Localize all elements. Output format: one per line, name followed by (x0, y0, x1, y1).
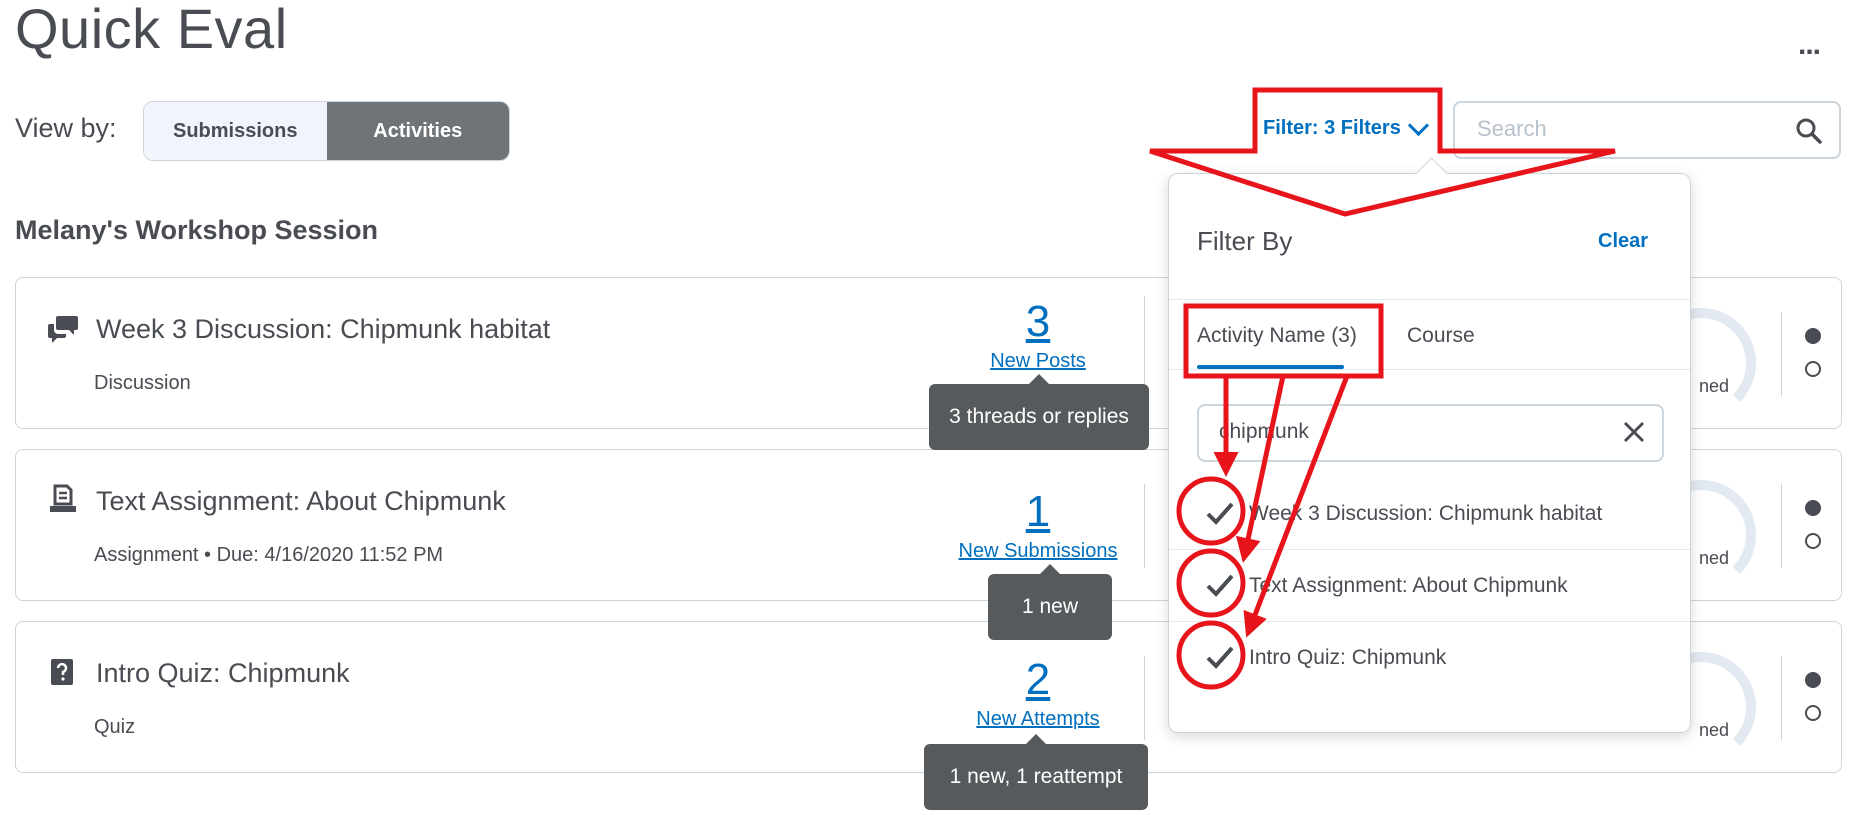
published-stat-label: ned (1699, 548, 1730, 568)
checkmark-icon[interactable] (1204, 498, 1236, 528)
checkmark-icon[interactable] (1204, 642, 1236, 672)
filter-option[interactable]: Text Assignment: About Chipmunk (1169, 552, 1690, 624)
search-input[interactable] (1475, 115, 1779, 143)
divider (1169, 621, 1690, 622)
published-stat-label: ned (1699, 720, 1730, 740)
activities-view-button[interactable]: Activities (326, 102, 509, 160)
divider (1781, 656, 1782, 740)
page-title: Quick Eval (15, 0, 288, 60)
activity-title[interactable]: Intro Quiz: Chipmunk (96, 658, 350, 689)
filter-search-value[interactable]: chipmunk (1219, 420, 1309, 444)
new-attempts-link[interactable]: New Attempts (938, 708, 1138, 731)
filter-panel-title: Filter By (1197, 226, 1293, 256)
new-submissions-count[interactable]: 1 (938, 490, 1138, 534)
activity-type: Discussion (94, 372, 191, 394)
divider (1144, 484, 1145, 568)
status-dot-empty[interactable] (1805, 533, 1821, 549)
divider (1169, 299, 1690, 300)
submissions-view-button[interactable]: Submissions (144, 102, 327, 160)
status-dot-filled[interactable] (1805, 328, 1821, 344)
status-dot-filled[interactable] (1805, 672, 1821, 688)
chevron-down-icon (1407, 114, 1429, 137)
divider (1781, 312, 1782, 396)
new-attempts-stat[interactable]: 2 New Attempts (938, 658, 1138, 731)
activity-title[interactable]: Text Assignment: About Chipmunk (96, 486, 506, 517)
filter-option-label: Text Assignment: About Chipmunk (1249, 574, 1568, 597)
filter-option[interactable]: Intro Quiz: Chipmunk (1169, 624, 1690, 696)
activity-title[interactable]: Week 3 Discussion: Chipmunk habitat (96, 314, 550, 345)
filter-search-field[interactable]: chipmunk (1197, 404, 1664, 462)
tooltip-new-submissions: 1 new (988, 564, 1112, 640)
discussion-icon (48, 316, 78, 343)
new-attempts-count[interactable]: 2 (938, 658, 1138, 702)
filter-option[interactable]: Week 3 Discussion: Chipmunk habitat (1169, 480, 1690, 552)
more-options-button[interactable]: ... (1798, 28, 1821, 62)
divider (1169, 549, 1690, 550)
quiz-icon (51, 659, 73, 685)
new-posts-count[interactable]: 3 (938, 300, 1138, 344)
tab-course[interactable]: Course (1407, 324, 1475, 348)
new-posts-stat[interactable]: 3 New Posts (938, 300, 1138, 373)
filter-button[interactable]: Filter: 3 Filters (1263, 114, 1429, 140)
new-posts-link[interactable]: New Posts (938, 350, 1138, 373)
tab-activity-name[interactable]: Activity Name (3) (1197, 324, 1357, 348)
new-submissions-stat[interactable]: 1 New Submissions (938, 490, 1138, 563)
filter-dropdown: Filter By Clear Activity Name (3) Course… (1168, 173, 1691, 733)
status-dot-empty[interactable] (1805, 705, 1821, 721)
divider (1169, 369, 1690, 370)
filter-option-label: Intro Quiz: Chipmunk (1249, 646, 1447, 669)
tooltip-new-attempts: 1 new, 1 reattempt (924, 734, 1148, 810)
filter-option-label: Week 3 Discussion: Chipmunk habitat (1249, 502, 1603, 525)
published-stat-label: ned (1699, 376, 1730, 396)
checkmark-icon[interactable] (1204, 570, 1236, 600)
search-icon[interactable] (1795, 117, 1823, 145)
filter-button-label: Filter: 3 Filters (1263, 117, 1401, 139)
status-dot-filled[interactable] (1805, 500, 1821, 516)
divider (1144, 656, 1145, 740)
activity-type: Assignment • Due: 4/16/2020 11:52 PM (94, 544, 444, 566)
divider (1781, 484, 1782, 568)
assignment-icon (50, 484, 76, 512)
search-box (1453, 101, 1841, 159)
clear-filters-button[interactable]: Clear (1598, 230, 1648, 253)
section-title: Melany's Workshop Session (15, 215, 379, 245)
new-submissions-link[interactable]: New Submissions (938, 540, 1138, 563)
tooltip-new-posts: 3 threads or replies (929, 374, 1149, 450)
close-icon[interactable] (1622, 420, 1646, 444)
view-by-toggle: Submissions Activities (143, 101, 510, 161)
activity-type: Quiz (94, 716, 136, 738)
status-dot-empty[interactable] (1805, 361, 1821, 377)
view-by-label: View by: (15, 113, 117, 143)
